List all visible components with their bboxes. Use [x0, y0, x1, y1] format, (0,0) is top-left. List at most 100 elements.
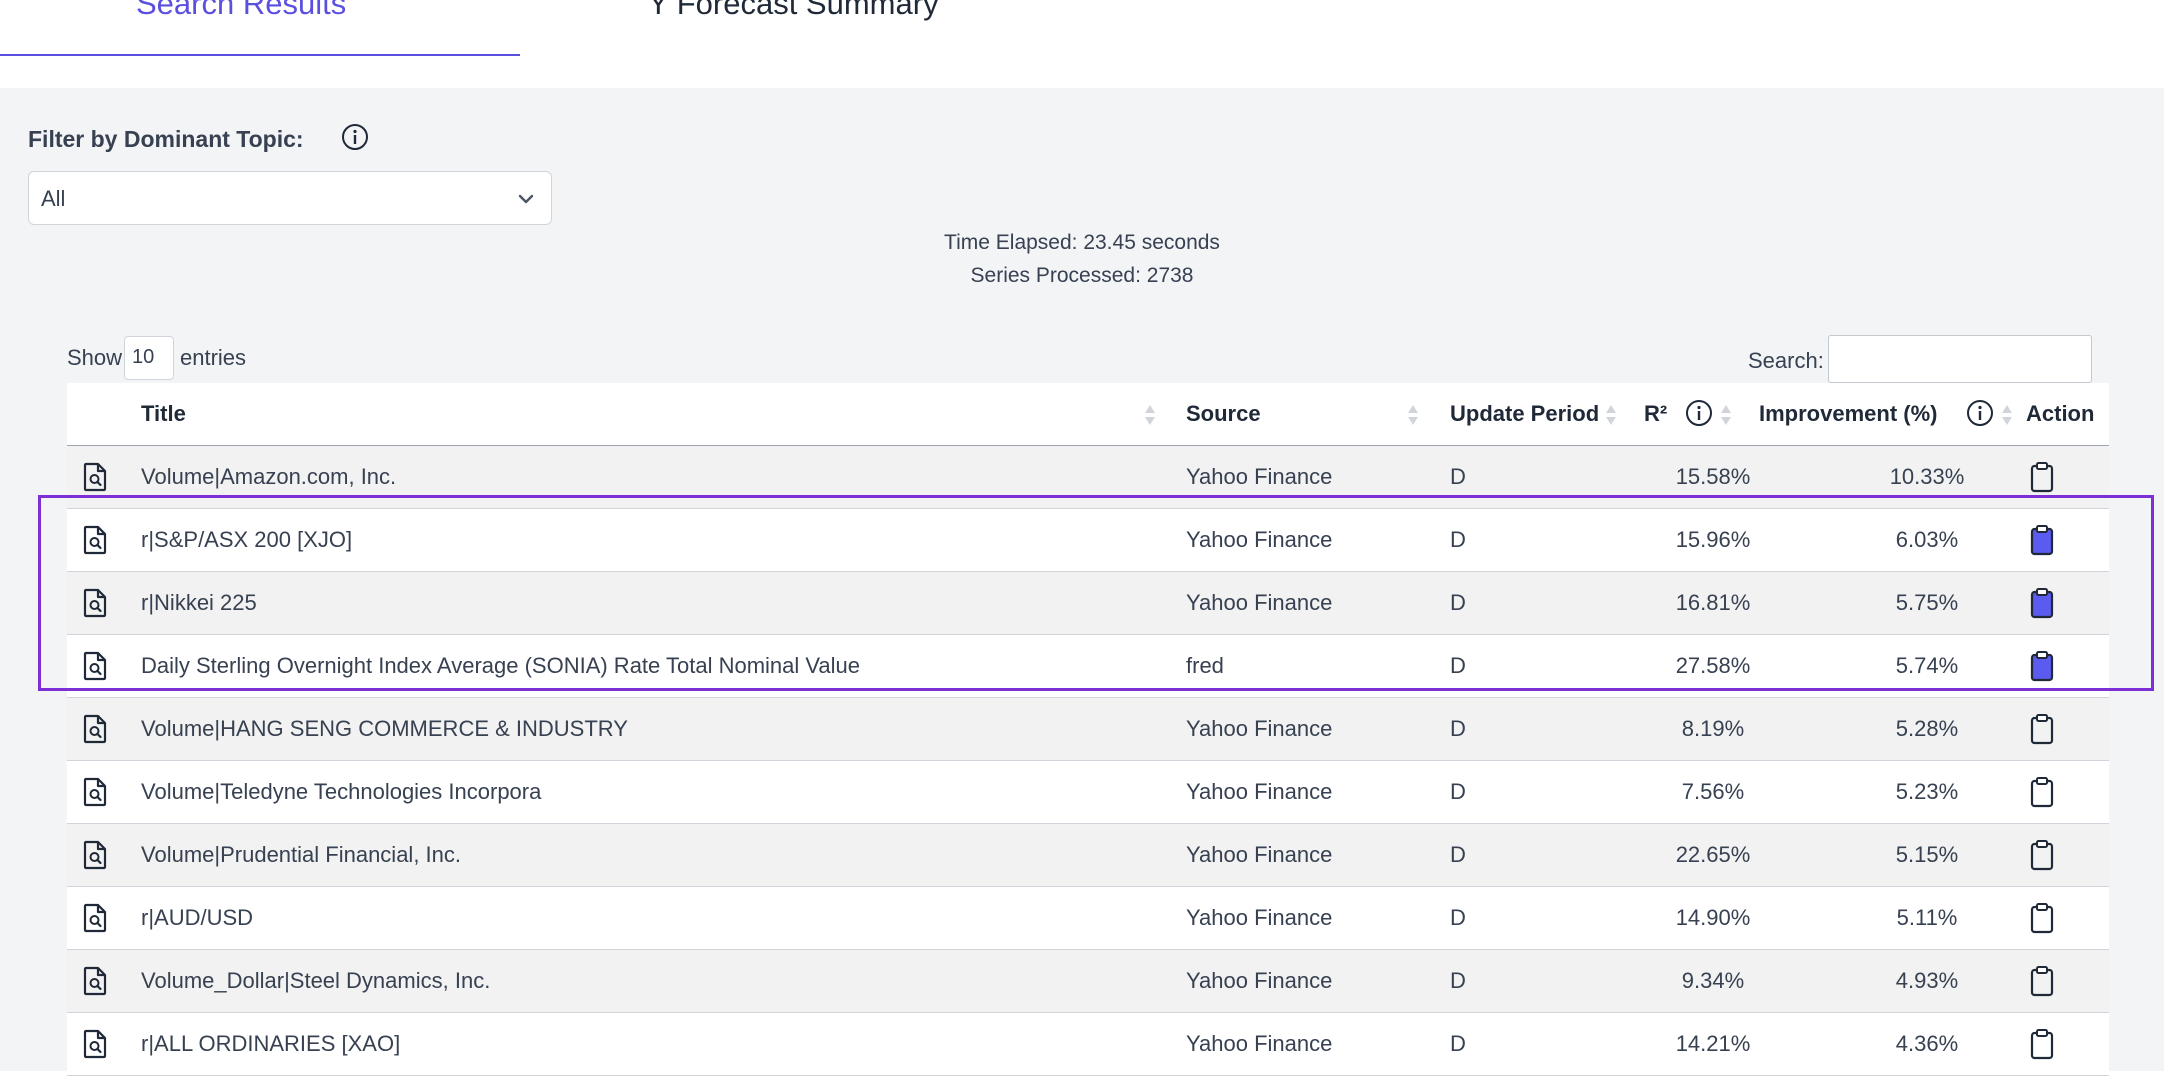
row-update-period: D — [1450, 716, 1466, 741]
tab-forecast-summary[interactable]: Y Forecast Summary — [648, 0, 939, 22]
row-source: Yahoo Finance — [1186, 464, 1333, 489]
clipboard-icon[interactable] — [2029, 965, 2055, 997]
row-update-period: D — [1450, 842, 1466, 867]
r2-info-icon[interactable] — [1684, 398, 1714, 428]
row-improvement: 4.36% — [1895, 1031, 1959, 1056]
table-row: Volume|HANG SENG COMMERCE & INDUSTRY Yaho… — [67, 698, 2109, 761]
row-source: Yahoo Finance — [1186, 905, 1333, 930]
sort-icon[interactable] — [2000, 403, 2014, 427]
row-title[interactable]: Volume|HANG SENG COMMERCE & INDUSTRY — [141, 698, 628, 760]
row-improvement: 5.15% — [1895, 842, 1959, 867]
row-r2: 15.58% — [1675, 464, 1751, 489]
table-row: Volume|Teledyne Technologies Incorpora Ya… — [67, 761, 2109, 824]
row-source: Yahoo Finance — [1186, 842, 1333, 867]
clipboard-filled-icon[interactable] — [2029, 587, 2055, 619]
row-update-period: D — [1450, 464, 1466, 489]
row-source: Yahoo Finance — [1186, 590, 1333, 615]
header-update-period[interactable]: Update Period — [1450, 383, 1599, 445]
sort-icon[interactable] — [1143, 403, 1157, 427]
document-search-icon[interactable] — [82, 714, 108, 744]
improvement-info-icon[interactable] — [1965, 398, 1995, 428]
document-search-icon[interactable] — [82, 966, 108, 996]
table-row: r|Nikkei 225 Yahoo Finance D 16.81% 5.75% — [67, 572, 2109, 635]
row-title[interactable]: Volume_Dollar|Steel Dynamics, Inc. — [141, 950, 490, 1012]
row-update-period: D — [1450, 590, 1466, 615]
row-r2: 16.81% — [1675, 590, 1751, 615]
row-update-period: D — [1450, 905, 1466, 930]
header-improvement[interactable]: Improvement (%) — [1759, 383, 1937, 445]
show-label: Show — [67, 345, 123, 370]
row-r2: 8.19% — [1681, 716, 1745, 741]
row-r2: 14.90% — [1675, 905, 1751, 930]
clipboard-filled-icon[interactable] — [2029, 524, 2055, 556]
row-update-period: D — [1450, 968, 1466, 993]
row-improvement: 4.93% — [1895, 968, 1959, 993]
document-search-icon[interactable] — [82, 588, 108, 618]
tab-bar: Search Results Y Forecast Summary — [0, 0, 2164, 88]
table-row: r|S&P/ASX 200 [XJO] Yahoo Finance D 15.96% 6… — [67, 509, 2109, 572]
document-search-icon[interactable] — [82, 840, 108, 870]
clipboard-filled-icon[interactable] — [2029, 650, 2055, 682]
chevron-down-icon — [515, 188, 537, 210]
document-search-icon[interactable] — [82, 462, 108, 492]
document-search-icon[interactable] — [82, 777, 108, 807]
row-update-period: D — [1450, 653, 1466, 678]
clipboard-icon[interactable] — [2029, 776, 2055, 808]
row-title[interactable]: Volume|Teledyne Technologies Incorpora — [141, 761, 541, 823]
time-elapsed: Time Elapsed: 23.45 seconds — [944, 231, 1220, 254]
row-title[interactable]: r|ALL ORDINARIES [XAO] — [141, 1013, 400, 1075]
row-title[interactable]: Volume|Amazon.com, Inc. — [141, 446, 396, 508]
table-row: Volume_Dollar|Steel Dynamics, Inc. Yahoo … — [67, 950, 2109, 1013]
row-update-period: D — [1450, 779, 1466, 804]
table-row: Volume|Prudential Financial, Inc. Yahoo F… — [67, 824, 2109, 887]
document-search-icon[interactable] — [82, 651, 108, 681]
clipboard-icon[interactable] — [2029, 839, 2055, 871]
header-r2[interactable]: R² — [1644, 383, 1667, 445]
row-improvement: 5.28% — [1895, 716, 1959, 741]
sort-icon[interactable] — [1604, 403, 1618, 427]
topic-filter-select[interactable]: All — [28, 171, 552, 225]
filter-info-icon[interactable] — [340, 122, 370, 152]
table-body: Volume|Amazon.com, Inc. Yahoo Finance D 15.… — [67, 446, 2109, 1076]
row-title[interactable]: r|Nikkei 225 — [141, 572, 257, 634]
entries-per-page-select[interactable]: 10 — [124, 336, 174, 380]
sort-icon[interactable] — [1406, 403, 1420, 427]
clipboard-icon[interactable] — [2029, 461, 2055, 493]
filter-label: Filter by Dominant Topic: — [28, 126, 304, 152]
table-row: Daily Sterling Overnight Index Average (… — [67, 635, 2109, 698]
row-improvement: 5.74% — [1895, 653, 1959, 678]
row-title[interactable]: r|S&P/ASX 200 [XJO] — [141, 509, 352, 571]
table-row: r|ALL ORDINARIES [XAO] Yahoo Finance D 14.2… — [67, 1013, 2109, 1076]
row-improvement: 6.03% — [1895, 527, 1959, 552]
table-row: r|AUD/USD Yahoo Finance D 14.90% 5.11% — [67, 887, 2109, 950]
row-source: Yahoo Finance — [1186, 968, 1333, 993]
header-source[interactable]: Source — [1186, 383, 1261, 445]
clipboard-icon[interactable] — [2029, 902, 2055, 934]
row-source: fred — [1186, 653, 1224, 678]
row-source: Yahoo Finance — [1186, 779, 1333, 804]
row-title[interactable]: Volume|Prudential Financial, Inc. — [141, 824, 461, 886]
row-r2: 27.58% — [1675, 653, 1751, 678]
row-r2: 9.34% — [1681, 968, 1745, 993]
header-title[interactable]: Title — [141, 383, 186, 445]
row-source: Yahoo Finance — [1186, 1031, 1333, 1056]
document-search-icon[interactable] — [82, 525, 108, 555]
row-title[interactable]: Daily Sterling Overnight Index Average (… — [141, 635, 860, 697]
sort-icon[interactable] — [1719, 403, 1733, 427]
row-improvement: 5.23% — [1895, 779, 1959, 804]
table-row: Volume|Amazon.com, Inc. Yahoo Finance D 15.… — [67, 446, 2109, 509]
row-r2: 15.96% — [1675, 527, 1751, 552]
clipboard-icon[interactable] — [2029, 713, 2055, 745]
row-update-period: D — [1450, 527, 1466, 552]
clipboard-icon[interactable] — [2029, 1028, 2055, 1060]
row-r2: 14.21% — [1675, 1031, 1751, 1056]
entries-label: entries — [180, 345, 247, 370]
header-action: Action — [2026, 401, 2095, 426]
row-source: Yahoo Finance — [1186, 527, 1333, 552]
row-title[interactable]: r|AUD/USD — [141, 887, 253, 949]
row-r2: 7.56% — [1681, 779, 1745, 804]
search-input[interactable] — [1828, 335, 2092, 383]
document-search-icon[interactable] — [82, 903, 108, 933]
tab-search-results[interactable]: Search Results — [136, 0, 346, 22]
document-search-icon[interactable] — [82, 1029, 108, 1059]
